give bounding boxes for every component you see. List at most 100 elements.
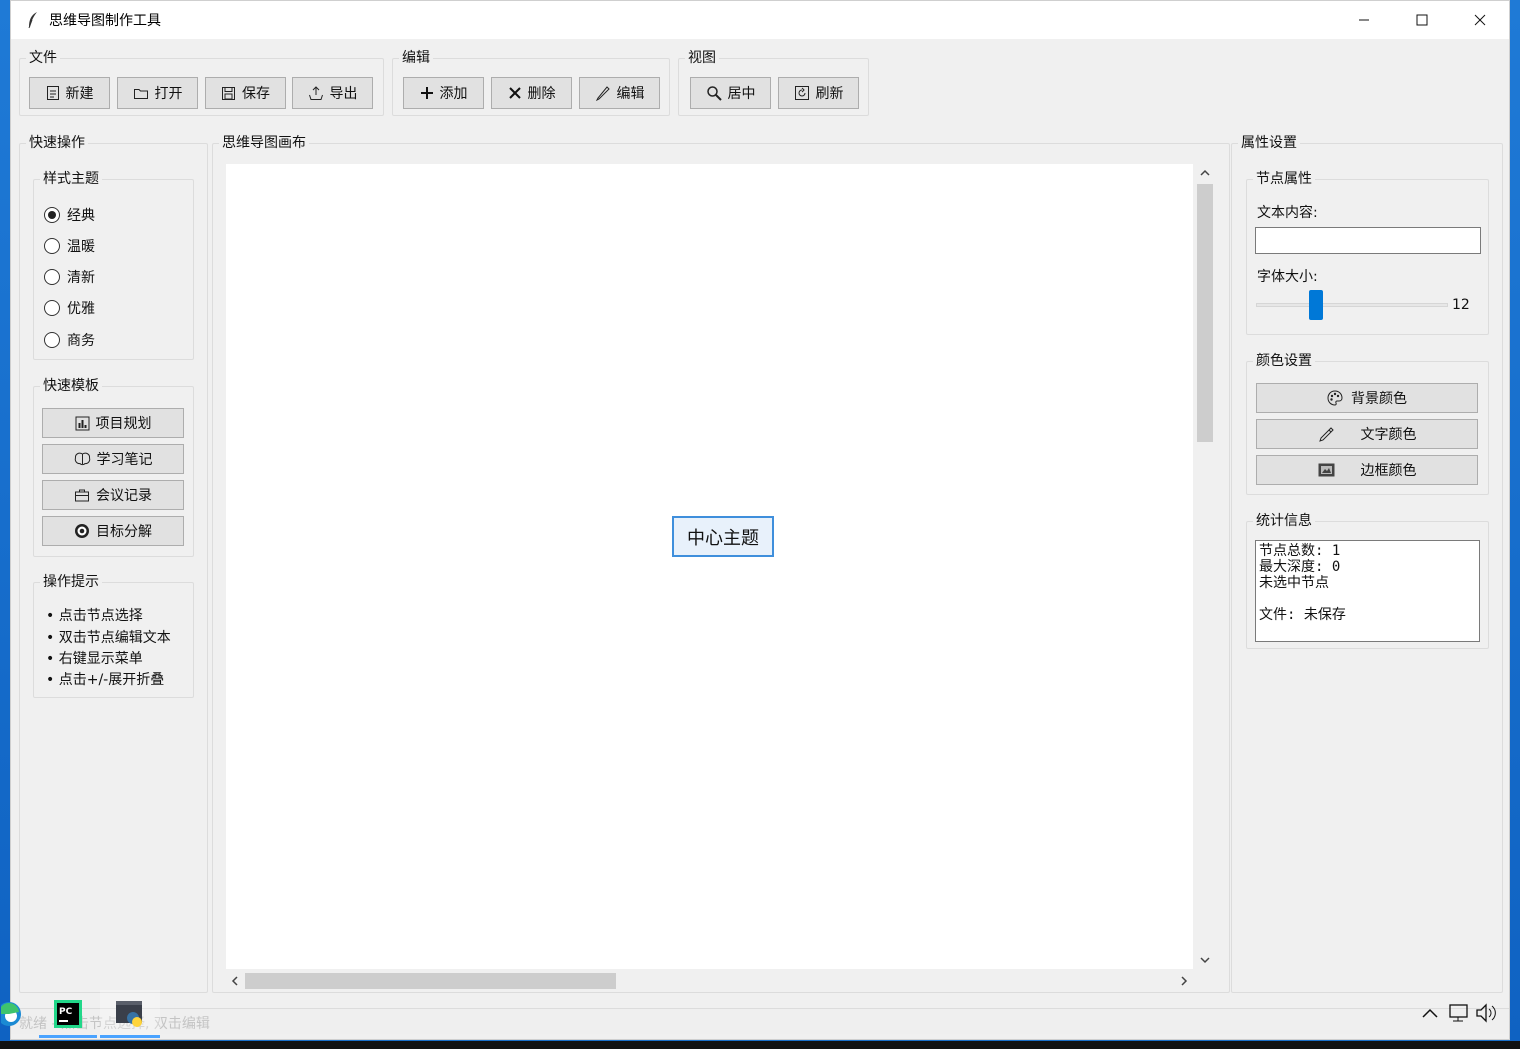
text-color-label: 文字颜色 xyxy=(1360,427,1417,443)
theme-radio-classic[interactable]: 经典 xyxy=(44,205,95,225)
template-project-button[interactable]: 项目规划 xyxy=(42,408,184,438)
template-label: 目标分解 xyxy=(96,524,152,540)
center-topic-node[interactable]: 中心主题 xyxy=(672,516,774,557)
radio-selected-icon[interactable] xyxy=(44,207,60,223)
theme-option-label: 商务 xyxy=(67,333,95,349)
title-bar: 思维导图制作工具 xyxy=(11,1,1509,39)
radio-icon[interactable] xyxy=(44,332,60,348)
horizontal-scrollbar[interactable] xyxy=(226,970,1193,992)
vertical-scroll-thumb[interactable] xyxy=(1197,184,1213,442)
theme-option-label: 温暖 xyxy=(67,239,95,255)
border-color-button[interactable]: 边框颜色 xyxy=(1256,455,1478,485)
theme-option-label: 清新 xyxy=(67,270,95,286)
add-button-label: 添加 xyxy=(439,86,468,102)
text-content-input[interactable] xyxy=(1255,227,1481,254)
edge-browser-icon xyxy=(1,1002,21,1026)
font-size-label: 字体大小: xyxy=(1257,269,1318,285)
pycharm-icon: PC xyxy=(54,1000,82,1028)
template-notes-button[interactable]: 学习笔记 xyxy=(42,444,184,474)
taskbar-python-app[interactable] xyxy=(100,990,160,1038)
app-window: 思维导图制作工具 文件 新建 打开 保存 导出 编辑 添加 删除 编辑 视图 居… xyxy=(10,0,1510,1040)
new-button[interactable]: 新建 xyxy=(29,77,110,109)
template-label: 会议记录 xyxy=(96,488,152,504)
picture-frame-icon xyxy=(1318,463,1334,477)
palette-icon xyxy=(1327,390,1343,406)
taskbar-edge-app[interactable] xyxy=(0,990,24,1038)
plus-icon xyxy=(420,87,433,99)
open-button[interactable]: 打开 xyxy=(117,77,198,109)
pencil-icon xyxy=(1318,426,1334,442)
theme-radio-business[interactable]: 商务 xyxy=(44,330,95,350)
export-button[interactable]: 导出 xyxy=(292,77,373,109)
tip-item: • 双击节点编辑文本 xyxy=(46,630,171,646)
edit-group-label: 编辑 xyxy=(399,49,433,67)
network-icon xyxy=(1449,1004,1468,1022)
delete-button[interactable]: 删除 xyxy=(491,77,572,109)
brain-icon xyxy=(74,452,90,466)
new-button-label: 新建 xyxy=(65,86,94,102)
border-color-label: 边框颜色 xyxy=(1360,463,1417,479)
minimize-icon xyxy=(1359,19,1369,21)
mindmap-canvas[interactable] xyxy=(226,164,1193,969)
statistics-label: 统计信息 xyxy=(1253,512,1315,530)
theme-option-label: 优雅 xyxy=(67,301,95,317)
theme-radio-warm[interactable]: 温暖 xyxy=(44,236,95,256)
taskbar-pycharm-app[interactable]: PC xyxy=(39,990,97,1038)
slider-thumb[interactable] xyxy=(1309,290,1323,320)
tip-item: • 点击+/-展开折叠 xyxy=(46,672,165,688)
briefcase-icon xyxy=(75,489,89,502)
edit-button-label: 编辑 xyxy=(616,86,645,102)
feather-icon xyxy=(25,12,41,29)
radio-icon[interactable] xyxy=(44,269,60,285)
properties-panel-label: 属性设置 xyxy=(1238,134,1300,152)
template-group-label: 快速模板 xyxy=(40,377,102,395)
edit-button[interactable]: 编辑 xyxy=(579,77,660,109)
floppy-icon xyxy=(222,86,235,100)
folder-icon xyxy=(133,89,148,99)
desktop-background-right xyxy=(1510,0,1520,1049)
template-goal-button[interactable]: 目标分解 xyxy=(42,516,184,546)
maximize-button[interactable] xyxy=(1393,1,1451,39)
center-button[interactable]: 居中 xyxy=(690,77,771,109)
text-color-button[interactable]: 文字颜色 xyxy=(1256,419,1478,449)
background-color-label: 背景颜色 xyxy=(1351,391,1407,407)
tip-item: • 右键显示菜单 xyxy=(46,651,143,667)
tips-group-label: 操作提示 xyxy=(40,573,102,591)
minimize-button[interactable] xyxy=(1335,1,1393,39)
theme-radio-fresh[interactable]: 清新 xyxy=(44,267,95,287)
scroll-left-arrow-icon xyxy=(231,976,238,986)
new-file-icon xyxy=(46,86,59,100)
volume-icon xyxy=(1476,1003,1496,1023)
radio-icon[interactable] xyxy=(44,238,60,254)
close-button[interactable] xyxy=(1451,1,1509,39)
background-color-button[interactable]: 背景颜色 xyxy=(1256,383,1478,413)
window-title: 思维导图制作工具 xyxy=(49,13,161,29)
radio-icon[interactable] xyxy=(44,300,60,316)
system-tray xyxy=(1420,1002,1498,1024)
save-button-label: 保存 xyxy=(242,86,270,102)
horizontal-scroll-thumb[interactable] xyxy=(245,973,616,989)
desktop-background-left xyxy=(0,0,10,1049)
status-bar: 就绪 - 点击节点选择, 双击编辑 xyxy=(11,1008,1509,1034)
tip-item: • 点击节点选择 xyxy=(46,608,143,624)
python-tk-icon xyxy=(116,1001,142,1027)
refresh-button[interactable]: 刷新 xyxy=(778,77,859,109)
template-meeting-button[interactable]: 会议记录 xyxy=(42,480,184,510)
export-icon xyxy=(308,85,323,100)
target-icon xyxy=(75,524,89,538)
save-button[interactable]: 保存 xyxy=(205,77,286,109)
theme-radio-elegant[interactable]: 优雅 xyxy=(44,298,95,318)
refresh-icon xyxy=(794,86,809,100)
active-app-indicator xyxy=(39,1035,97,1038)
view-group-label: 视图 xyxy=(685,49,719,67)
font-size-slider[interactable] xyxy=(1256,290,1448,320)
maximize-icon xyxy=(1416,14,1428,26)
add-button[interactable]: 添加 xyxy=(403,77,484,109)
theme-group: 样式主题 经典 温暖 清新 优雅 商务 xyxy=(33,170,194,360)
text-content-label: 文本内容: xyxy=(1257,205,1318,221)
center-button-label: 居中 xyxy=(727,86,756,102)
vertical-scrollbar[interactable] xyxy=(1194,164,1216,969)
theme-option-label: 经典 xyxy=(67,208,95,224)
scroll-up-arrow-icon xyxy=(1200,169,1210,176)
taskbar-strip xyxy=(0,1041,1520,1049)
